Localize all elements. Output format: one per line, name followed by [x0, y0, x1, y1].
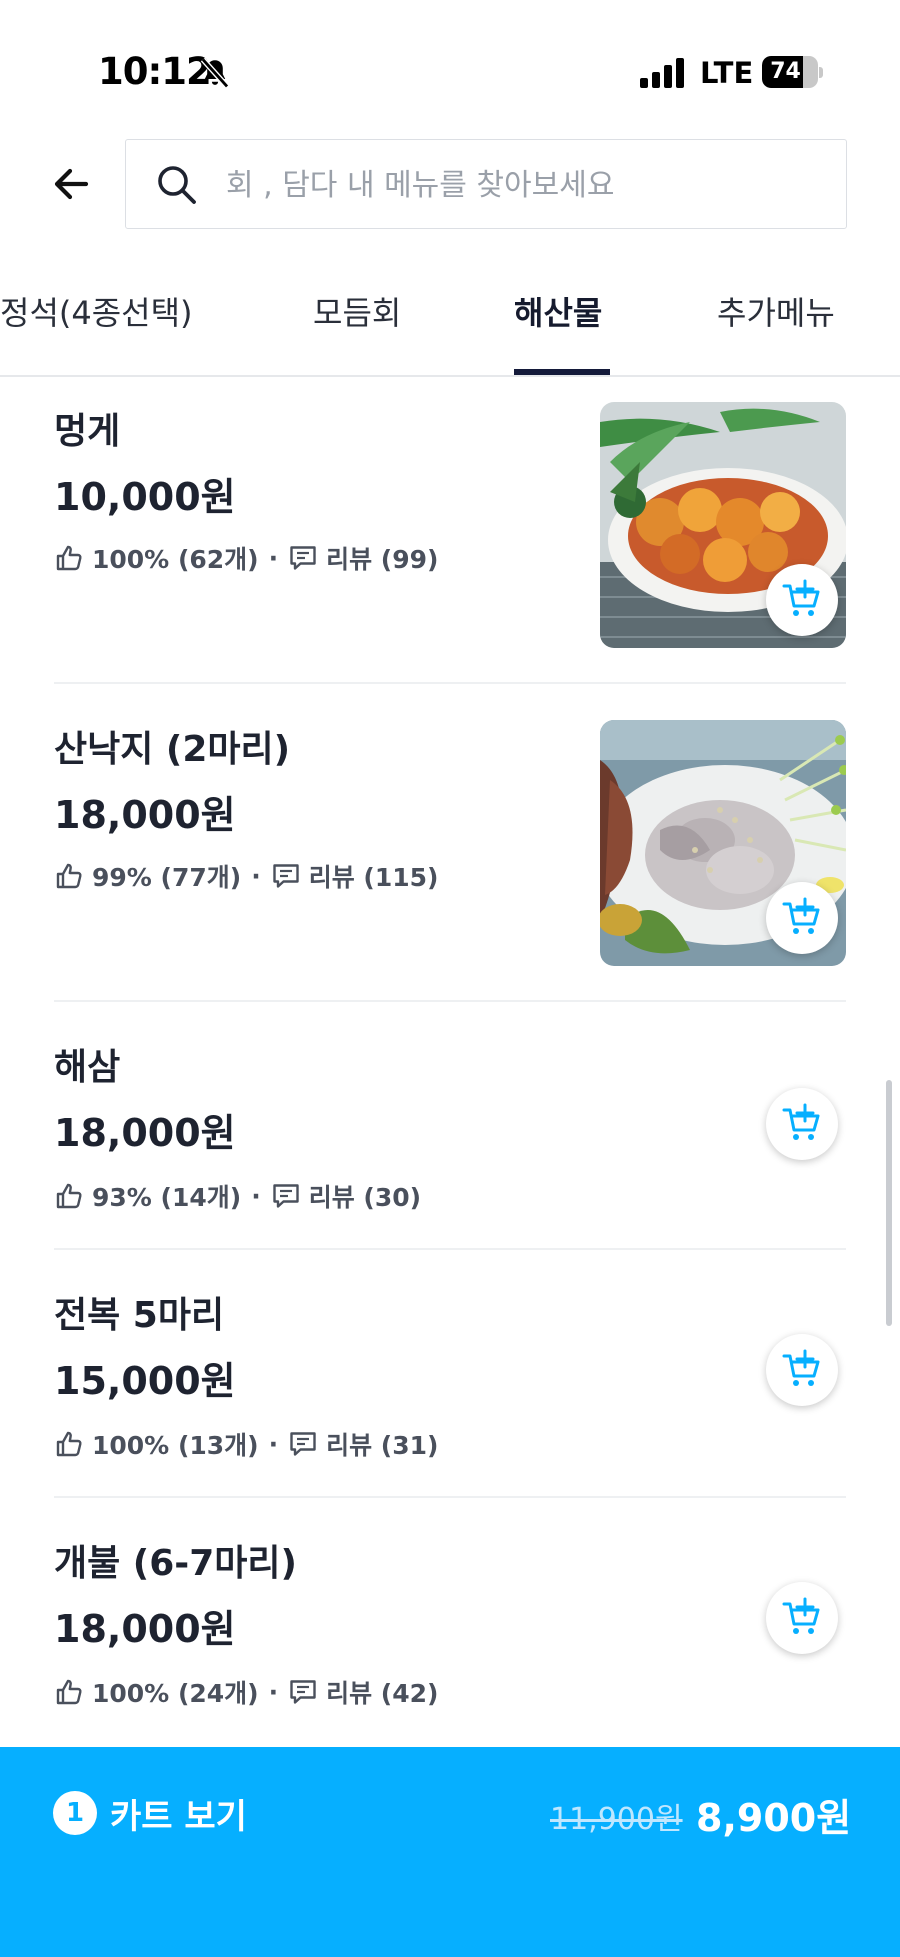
tab-seafood[interactable]: 해산물 [514, 288, 602, 364]
item-reviews: 리뷰 (30) [308, 1183, 422, 1212]
add-to-cart-button[interactable] [766, 882, 838, 954]
category-tabs: 정석(4종선택) 모듬회 해산물 추가메뉴 [0, 276, 900, 377]
add-to-cart-button[interactable] [766, 564, 838, 636]
comment-icon [272, 864, 299, 888]
item-reviews: 리뷰 (99) [326, 545, 439, 574]
item-meta: 100% (13개) · 리뷰 (31) [54, 1424, 438, 1464]
thumbs-up-icon [56, 863, 82, 889]
comment-icon [290, 1680, 316, 1704]
menu-item[interactable]: 멍게 10,000원 100% (62개) · 리뷰 (99) [54, 378, 846, 684]
tab-modeumhoe[interactable]: 모듬회 [313, 288, 401, 364]
battery-icon: 74 [762, 56, 823, 88]
add-to-cart-button[interactable] [766, 1334, 838, 1406]
view-cart-label[interactable]: 카트 보기 [110, 1789, 247, 1838]
cart-plus-icon [782, 1349, 820, 1386]
thumbs-up-icon [56, 1679, 82, 1705]
item-likes: 100% (13개) [92, 1431, 259, 1460]
item-reviews: 리뷰 (42) [326, 1679, 439, 1708]
tab-extra-menu[interactable]: 추가메뉴 [717, 288, 835, 364]
item-meta: 99% (77개) · 리뷰 (115) [54, 856, 438, 896]
tab-jeongseok[interactable]: 정석(4종선택) [0, 288, 193, 364]
add-to-cart-button[interactable] [766, 1088, 838, 1160]
item-price: 18,000원 [54, 793, 236, 837]
signal-icon [640, 58, 684, 88]
item-likes: 93% (14개) [92, 1183, 242, 1212]
item-reviews: 리뷰 (115) [308, 863, 439, 892]
comment-icon [290, 1432, 316, 1456]
cart-original-price: 11,900원 [550, 1802, 683, 1837]
comment-icon [272, 1184, 299, 1208]
bell-slash-icon [200, 57, 230, 89]
add-to-cart-button[interactable] [766, 1582, 838, 1654]
view-cart-bar[interactable] [0, 1747, 900, 1957]
item-price: 15,000원 [54, 1359, 236, 1403]
search-box[interactable] [125, 139, 847, 229]
cart-plus-icon [782, 1103, 820, 1140]
status-time: 10:12 [98, 50, 212, 93]
thumbs-up-icon [56, 1431, 82, 1457]
item-likes: 100% (62개) [92, 545, 259, 574]
item-reviews: 리뷰 (31) [326, 1431, 439, 1460]
menu-item[interactable]: 해삼 18,000원 93% (14개) · 리뷰 (30) [54, 1002, 846, 1250]
item-price: 18,000원 [54, 1607, 236, 1651]
battery-level: 74 [770, 59, 801, 84]
item-meta: 100% (24개) · 리뷰 (42) [54, 1672, 438, 1712]
item-likes: 100% (24개) [92, 1679, 259, 1708]
item-meta: 93% (14개) · 리뷰 (30) [54, 1176, 421, 1216]
thumbs-up-icon [56, 545, 82, 571]
item-name: 멍게 [54, 411, 121, 452]
item-price: 10,000원 [54, 475, 236, 519]
item-name: 전복 5마리 [54, 1295, 225, 1336]
back-button[interactable] [44, 156, 100, 212]
menu-item[interactable]: 전복 5마리 15,000원 100% (13개) · 리뷰 (31) [54, 1250, 846, 1498]
item-name: 개불 (6-7마리) [54, 1543, 297, 1584]
item-meta: 100% (62개) · 리뷰 (99) [54, 538, 438, 578]
status-bar: 10:12 LTE 74 [0, 0, 900, 130]
cart-total-price: 8,900원 [696, 1796, 852, 1840]
cart-plus-icon [782, 579, 820, 616]
menu-item[interactable]: 산낙지 (2마리) 18,000원 99% (77개) · 리뷰 (115) [54, 684, 846, 1002]
thumbs-up-icon [56, 1183, 82, 1209]
cart-plus-icon [782, 1597, 820, 1634]
network-label: LTE [700, 56, 754, 90]
tab-active-indicator [514, 369, 610, 375]
cart-count-badge: 1 [53, 1791, 97, 1835]
menu-item[interactable]: 개불 (6-7마리) 18,000원 100% (24개) · 리뷰 (42) [54, 1498, 846, 1747]
item-name: 해삼 [54, 1047, 121, 1088]
search-icon [158, 166, 196, 204]
scrollbar[interactable] [886, 1080, 892, 1326]
item-name: 산낙지 (2마리) [54, 729, 291, 770]
comment-icon [290, 546, 316, 570]
cart-plus-icon [782, 897, 820, 934]
item-likes: 99% (77개) [92, 863, 242, 892]
search-input[interactable] [226, 154, 826, 216]
item-price: 18,000원 [54, 1111, 236, 1155]
